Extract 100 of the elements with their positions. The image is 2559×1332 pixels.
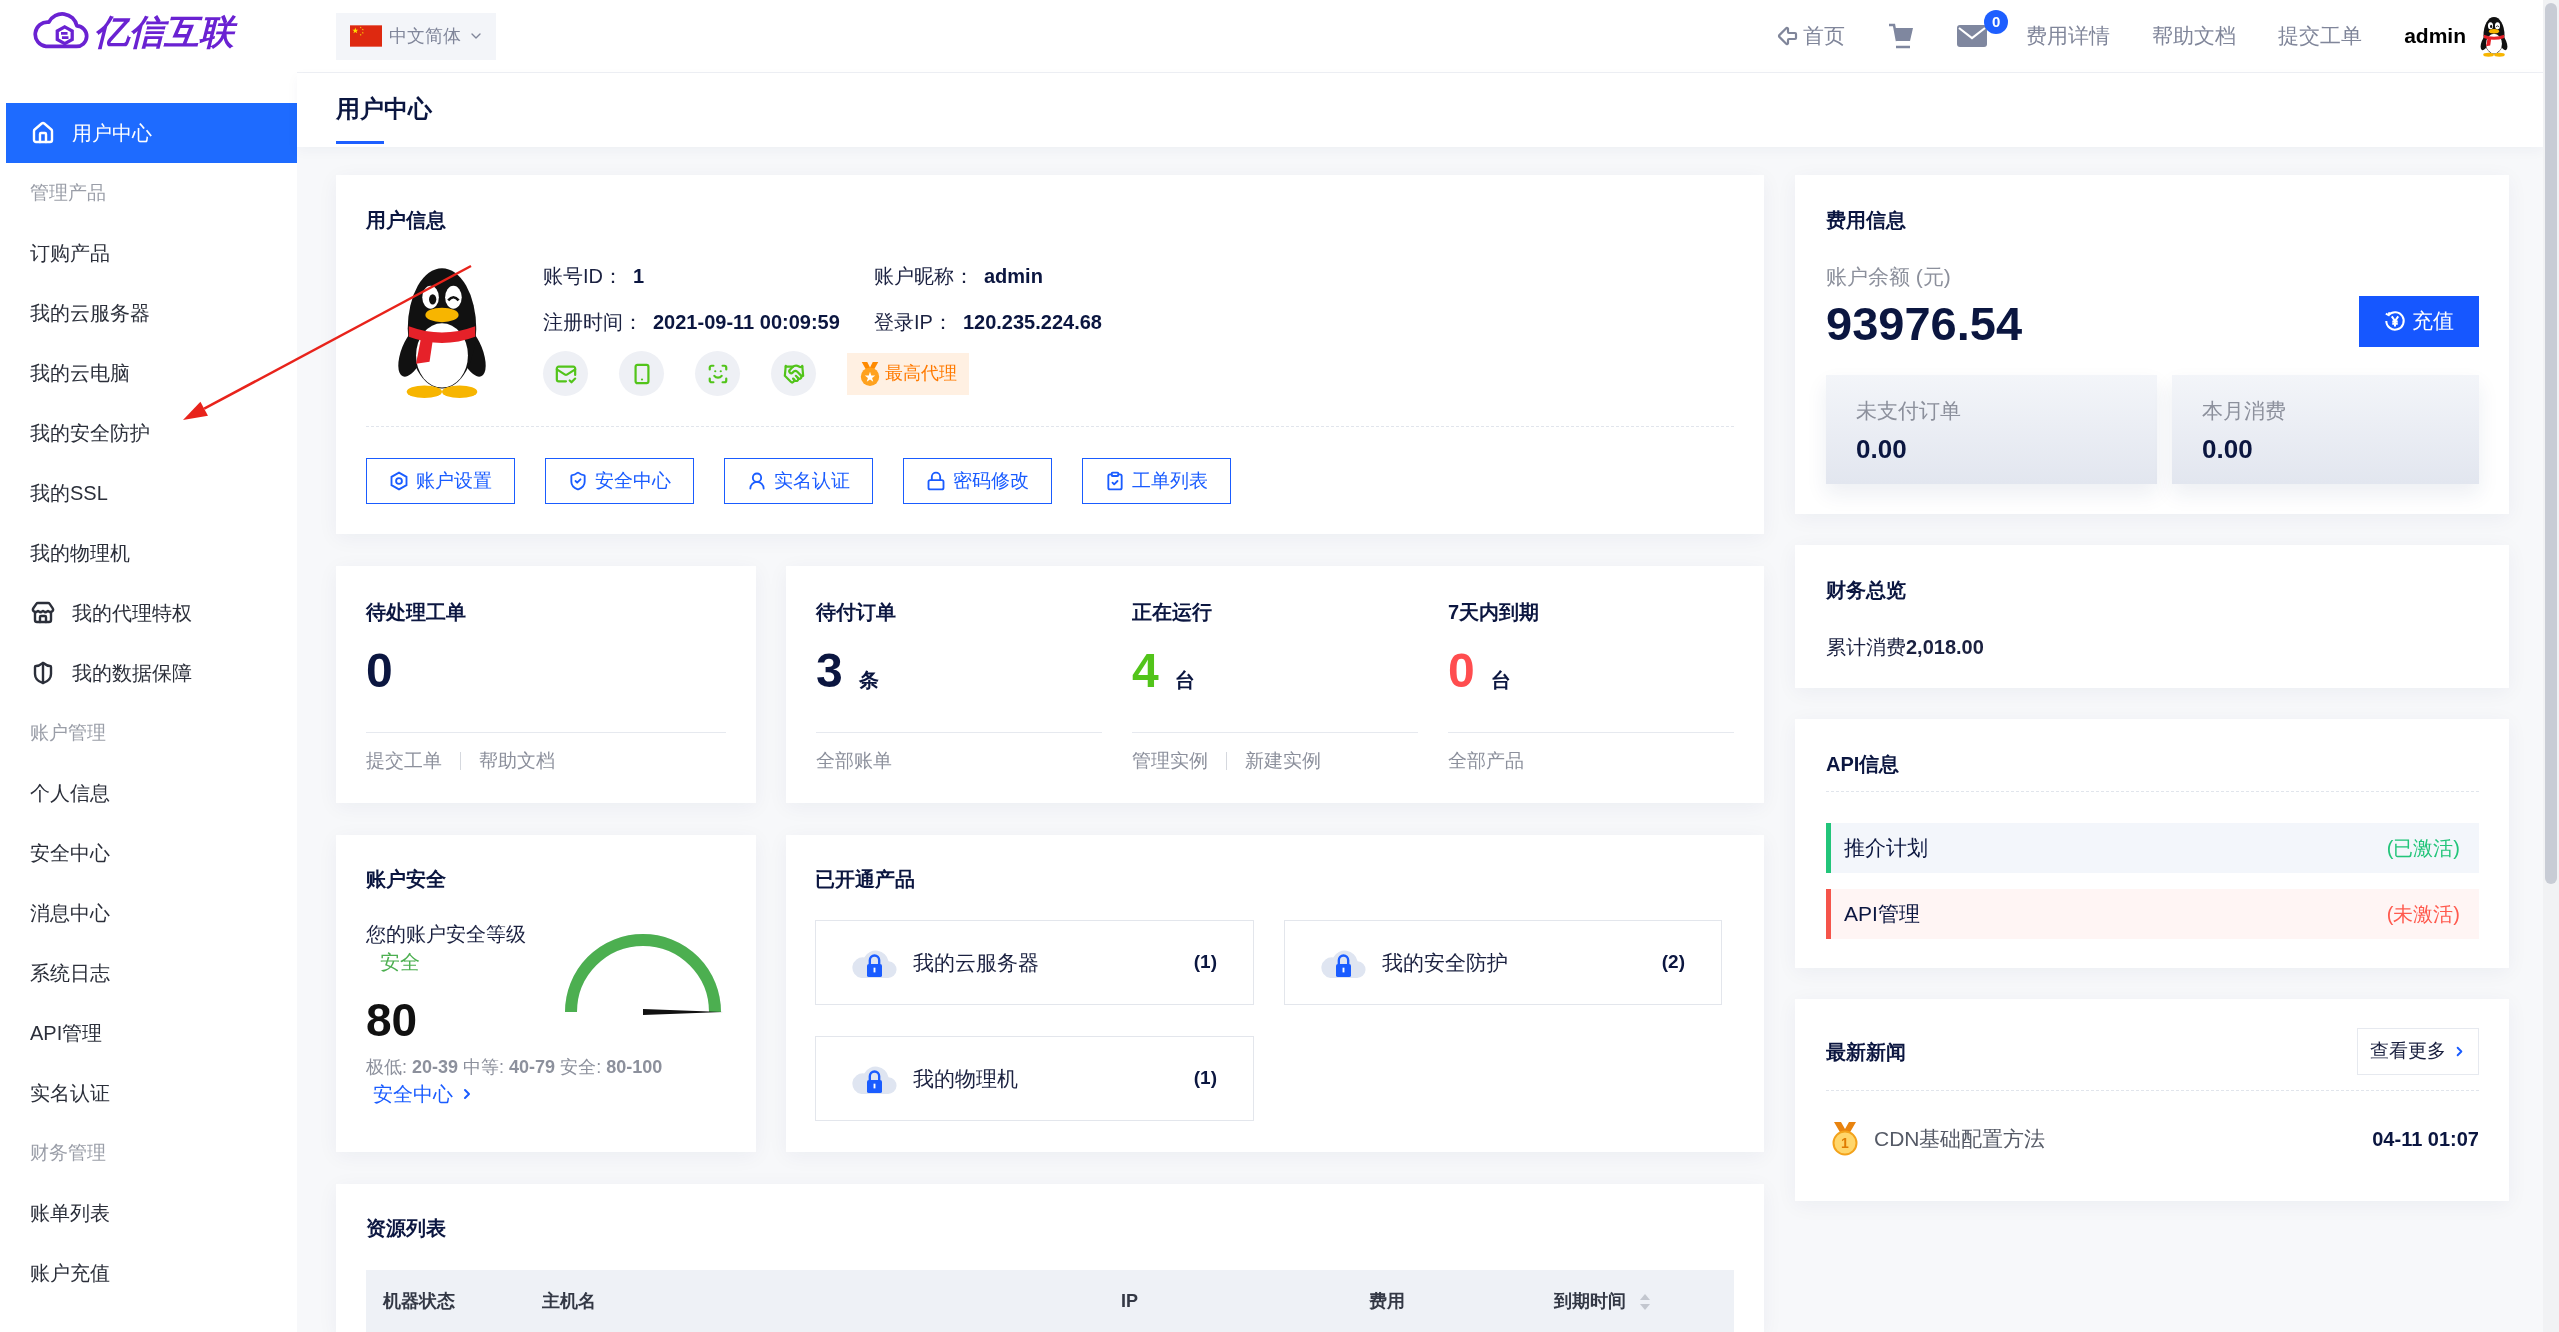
sidebar-item[interactable]: API管理 — [6, 1003, 297, 1063]
scrollbar-thumb[interactable] — [2545, 3, 2557, 884]
home-link[interactable]: 首页 — [1776, 20, 1846, 52]
card-title: 账户安全 — [366, 867, 447, 892]
yen-circle-icon — [2384, 310, 2406, 332]
action-button[interactable]: 密码修改 — [903, 458, 1052, 504]
sidebar-item[interactable]: 消息中心 — [6, 883, 297, 943]
field-value: 120.235.224.68 — [962, 310, 1102, 335]
shield-check-icon — [568, 471, 588, 491]
sidebar-section-label: 财务管理 — [30, 1140, 106, 1165]
api-name: API管理 — [1844, 901, 1920, 928]
china-flag-icon — [350, 25, 382, 47]
field-label: 注册时间： — [543, 310, 643, 335]
card-title: 待处理工单 — [366, 600, 467, 625]
phone-icon[interactable] — [619, 351, 664, 396]
nav-link[interactable]: 帮助文档 — [2152, 20, 2237, 52]
field-label: 账户昵称： — [874, 264, 974, 289]
stat-unit: 台 — [1174, 668, 1195, 693]
sidebar-item[interactable]: 账户充值 — [6, 1243, 297, 1303]
sidebar-item[interactable]: 用户中心 — [6, 103, 297, 163]
news-title[interactable]: CDN基础配置方法 — [1874, 1123, 2046, 1155]
card-title: 财务总览 — [1826, 578, 1907, 603]
recharge-button[interactable]: 充值 — [2359, 295, 2479, 347]
card-title: 最新新闻 — [1826, 1039, 1906, 1065]
sidebar-item[interactable]: 安全中心 — [6, 823, 297, 883]
lock-icon — [926, 471, 946, 491]
product-tile[interactable]: 我的云服务器 (1) — [815, 920, 1254, 1005]
sidebar-item[interactable]: 我的物理机 — [6, 523, 297, 583]
clipboard-check-icon — [1105, 471, 1125, 491]
page-tab[interactable]: 用户中心 — [336, 73, 432, 147]
tile-label: 本月消费 — [2202, 398, 2287, 424]
sidebar-item[interactable]: 订购产品 — [6, 223, 297, 283]
column-header: 主机名 — [542, 1290, 596, 1313]
sidebar-item[interactable]: 实名认证 — [6, 1063, 297, 1123]
security-center-link[interactable]: 安全中心 — [373, 1081, 475, 1107]
sidebar-item[interactable]: 个人信息 — [6, 763, 297, 823]
total-spending: 累计消费2,018.00 — [1826, 635, 1985, 660]
product-tile[interactable]: 我的安全防护 (2) — [1284, 920, 1722, 1005]
sidebar-item[interactable]: 系统日志 — [6, 943, 297, 1003]
column-header: IP — [1121, 1290, 1138, 1313]
action-button[interactable]: 账户设置 — [366, 458, 515, 504]
view-more-button[interactable]: 查看更多 — [2357, 1028, 2479, 1075]
field-value: 1 — [633, 264, 645, 289]
medal-icon — [859, 361, 881, 386]
stat-unit: 台 — [1490, 668, 1511, 693]
field-label: 登录IP： — [874, 310, 953, 335]
product-tile[interactable]: 我的物理机 (1) — [815, 1036, 1254, 1121]
penguin-avatar[interactable] — [2478, 15, 2510, 57]
column-header[interactable]: 到期时间 — [1554, 1288, 1650, 1315]
user-name[interactable]: admin — [2404, 20, 2466, 52]
field-value: admin — [984, 264, 1043, 289]
tile-label: 未支付订单 — [1856, 398, 1962, 424]
card-title: 费用信息 — [1826, 208, 1907, 233]
action-button[interactable]: 实名认证 — [724, 458, 873, 504]
column-header: 机器状态 — [383, 1290, 455, 1313]
sidebar-item[interactable]: 我的代理特权 — [6, 583, 297, 643]
mail-icon[interactable] — [1957, 25, 1988, 47]
nav-link[interactable]: 提交工单 — [2278, 20, 2363, 52]
security-status: 安全 — [379, 950, 421, 975]
sidebar-item[interactable]: 我的云电脑 — [6, 343, 297, 403]
sort-icon — [1640, 1293, 1650, 1310]
shield-icon — [31, 661, 55, 685]
home-icon — [31, 121, 55, 145]
product-name: 我的安全防护 — [1382, 949, 1508, 976]
card-title: API信息 — [1826, 752, 1901, 777]
card-title: 待付订单 — [816, 600, 897, 625]
nav-link[interactable]: 费用详情 — [2026, 20, 2111, 52]
card-title: 资源列表 — [366, 1216, 447, 1241]
store-icon — [31, 601, 55, 625]
sidebar-item[interactable]: 我的云服务器 — [6, 283, 297, 343]
column-header: 费用 — [1369, 1290, 1405, 1313]
cart-icon[interactable] — [1889, 23, 1914, 49]
api-name: 推介计划 — [1844, 835, 1928, 862]
handshake-icon[interactable] — [771, 351, 816, 396]
sidebar-item[interactable]: 我的SSL — [6, 463, 297, 523]
product-count: (2) — [1661, 950, 1685, 975]
stat-unit: 条 — [858, 668, 879, 693]
sidebar-section-label: 账户管理 — [30, 720, 106, 745]
badge-label: 最高代理 — [885, 362, 957, 385]
card-title: 已开通产品 — [815, 867, 916, 892]
stat-value: 4 — [1132, 643, 1159, 699]
notification-badge: 0 — [1984, 10, 2009, 34]
sidebar-item[interactable]: 我的数据保障 — [6, 643, 297, 703]
api-status: (未激活) — [2386, 902, 2460, 927]
product-name: 我的物理机 — [913, 1065, 1018, 1092]
mail-check-icon[interactable] — [543, 351, 588, 396]
tile-value: 0.00 — [2202, 434, 2254, 464]
sidebar-item[interactable]: 账单列表 — [6, 1183, 297, 1243]
card-title: 用户信息 — [366, 208, 447, 233]
security-score: 80 — [366, 994, 419, 1046]
user-icon — [747, 471, 767, 491]
action-button[interactable]: 安全中心 — [545, 458, 694, 504]
action-button[interactable]: 工单列表 — [1082, 458, 1231, 504]
product-count: (1) — [1193, 1066, 1217, 1091]
api-row[interactable]: 推介计划 (已激活) — [1826, 823, 2479, 873]
field-value: 2021-09-11 00:09:59 — [653, 310, 840, 335]
api-row[interactable]: API管理 (未激活) — [1826, 889, 2479, 939]
sidebar-section-label: 管理产品 — [30, 180, 106, 205]
sidebar-item[interactable]: 我的安全防护 — [6, 403, 297, 463]
face-scan-icon[interactable] — [695, 351, 740, 396]
